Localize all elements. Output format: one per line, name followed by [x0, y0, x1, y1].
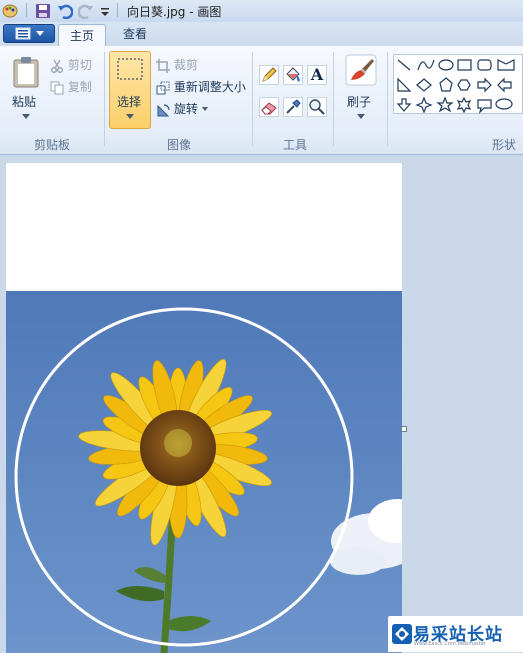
crop-icon [156, 58, 170, 73]
paste-label: 粘贴 [12, 95, 37, 109]
image-group-label: 图像 [166, 138, 191, 152]
chevron-down-icon [357, 114, 365, 119]
paste-button[interactable]: 粘贴 [8, 52, 44, 124]
selection-rectangle-icon [117, 58, 143, 80]
customize-quick-access-icon[interactable] [99, 3, 111, 19]
cut-button[interactable]: 剪切 [50, 56, 92, 73]
shapes-gallery[interactable] [393, 54, 523, 114]
shapes-group-label: 形状 [491, 138, 516, 152]
redo-icon[interactable] [77, 3, 94, 20]
magnifier-icon [309, 99, 325, 115]
watermark: 易采站长站 Www.Easck.Com Webmaster [388, 616, 523, 652]
hexagon-shape-icon [457, 79, 471, 91]
undo-icon[interactable] [57, 3, 74, 20]
scissors-icon [50, 59, 64, 73]
chevron-down-icon [201, 107, 208, 111]
resize-button[interactable]: 重新调整大小 [156, 78, 246, 95]
brushes-button[interactable]: 刷子 [341, 52, 381, 128]
select-label: 选择 [117, 95, 142, 109]
color-picker-tool-button[interactable] [283, 97, 303, 117]
title-bar: 向日葵.jpg - 画图 [0, 0, 523, 22]
copy-label: 复制 [67, 80, 92, 94]
paint-app-icon[interactable] [2, 3, 20, 19]
rotate-label: 旋转 [173, 102, 198, 116]
cut-label: 剪切 [67, 58, 92, 72]
tab-home[interactable]: 主页 [58, 24, 106, 48]
magnifier-tool-button[interactable] [307, 97, 327, 117]
ribbon-tab-bar: 主页 查看 [0, 22, 523, 48]
oval-callout-shape-icon [495, 98, 513, 110]
callout-shape-icon [477, 99, 492, 114]
ribbon: 粘贴 剪切 复制 剪贴板 选择 裁剪 重新调整大小 旋转 图像 A 工具 刷子 … [0, 46, 523, 155]
copy-icon [50, 81, 64, 94]
group-divider [252, 52, 253, 146]
star-shape-icon [436, 96, 454, 113]
diamond-shape-icon [416, 78, 432, 92]
drawing-canvas[interactable] [6, 163, 402, 653]
brush-icon [345, 54, 377, 86]
eyedropper-icon [286, 99, 301, 114]
paint-bucket-icon [286, 67, 300, 82]
pencil-tool-button[interactable] [259, 65, 279, 85]
chevron-down-icon [22, 114, 30, 119]
left-arrow-shape-icon [497, 77, 512, 93]
resize-icon [156, 81, 170, 94]
site-logo-icon [392, 624, 412, 644]
eraser-icon [261, 102, 277, 115]
tab-view[interactable]: 查看 [112, 23, 158, 46]
rotate-icon [157, 103, 170, 116]
rotate-button[interactable]: 旋转 [156, 100, 208, 117]
paste-icon [13, 57, 39, 88]
chevron-down-icon [126, 114, 134, 119]
sunflower-photo [6, 291, 402, 653]
save-icon[interactable] [35, 3, 51, 19]
toolbar-divider [26, 3, 27, 17]
curve-shape-icon [417, 59, 435, 71]
resize-label: 重新调整大小 [173, 80, 246, 94]
crop-label: 裁剪 [173, 58, 198, 72]
toolbar-divider [117, 3, 118, 17]
rectangle-shape-icon [457, 59, 472, 71]
right-arrow-shape-icon [477, 77, 492, 93]
shape-icons [396, 59, 515, 114]
line-shape-icon [397, 59, 411, 71]
pentagon-shape-icon [439, 77, 453, 92]
watermark-subtext: Www.Easck.Com Webmaster [414, 641, 486, 647]
paint-menu-icon [15, 27, 44, 40]
eraser-tool-button[interactable] [259, 97, 279, 117]
tools-group-label: 工具 [282, 138, 307, 152]
six-point-star-shape-icon [456, 96, 472, 114]
window-title: 向日葵.jpg - 画图 [127, 5, 222, 19]
rounded-rectangle-shape-icon [477, 59, 492, 71]
crop-button[interactable]: 裁剪 [156, 56, 198, 73]
group-divider [104, 52, 105, 146]
down-arrow-shape-icon [396, 98, 412, 112]
pencil-icon [262, 67, 277, 82]
paint-menu-button[interactable] [3, 24, 55, 43]
canvas-resize-handle[interactable] [401, 426, 407, 432]
triangle-shape-icon [397, 77, 412, 92]
brushes-label: 刷子 [347, 95, 372, 109]
group-divider [387, 52, 388, 146]
select-button[interactable]: 选择 [109, 51, 151, 129]
four-point-star-shape-icon [415, 96, 433, 114]
fill-tool-button[interactable] [283, 65, 303, 85]
polygon-shape-icon [497, 59, 515, 71]
sunflower-image [6, 291, 402, 653]
group-divider [333, 52, 334, 146]
workspace [0, 155, 523, 653]
text-tool-button[interactable]: A [307, 65, 327, 85]
clipboard-group-label: 剪贴板 [33, 138, 70, 152]
oval-shape-icon [438, 59, 454, 71]
copy-button[interactable]: 复制 [50, 78, 92, 95]
